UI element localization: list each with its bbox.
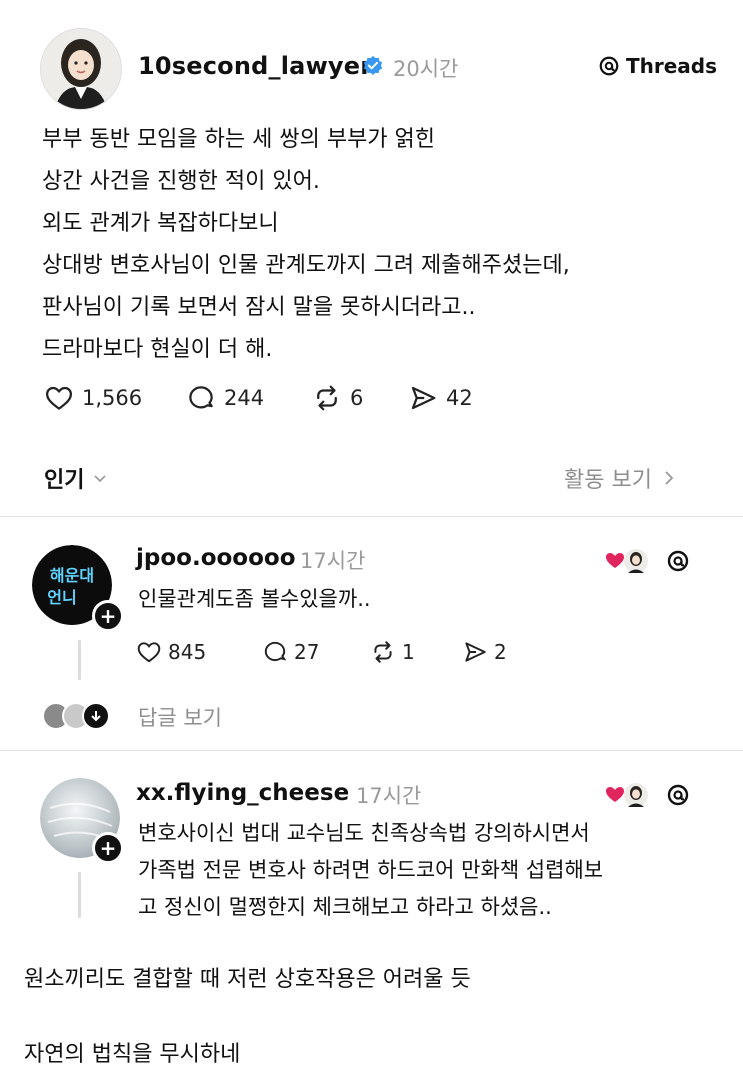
comment-count: 244	[224, 386, 265, 410]
post-text-line: 판사님이 기록 보면서 잠시 말을 못하시더라고..	[42, 295, 476, 320]
reply-like-button[interactable]: 845	[136, 639, 206, 665]
reply-text-line: 고 정신이 멀쩡한지 체크해보고 하라고 하셨음..	[138, 895, 552, 919]
comment-icon	[189, 386, 213, 409]
send-icon	[411, 386, 436, 410]
reply-repost-button[interactable]: 1	[370, 639, 415, 665]
post-time: 20시간	[393, 57, 459, 81]
post-text-line: 상대방 변호사님이 인물 관계도까지 그려 제출해주셨는데,	[42, 253, 570, 278]
comment-icon	[264, 641, 287, 662]
threads-icon[interactable]	[666, 783, 690, 807]
reply-username[interactable]: xx.flying_cheese	[136, 780, 349, 806]
like-count: 1,566	[82, 386, 143, 410]
chevron-down-icon	[94, 475, 107, 483]
view-activity-link[interactable]: 활동 보기	[564, 462, 676, 494]
follow-plus-button[interactable]: +	[92, 832, 124, 864]
verified-badge-icon	[363, 55, 383, 75]
divider	[0, 516, 743, 517]
repost-count: 1	[402, 640, 415, 664]
follow-plus-button[interactable]: +	[92, 600, 124, 632]
share-count: 42	[446, 386, 473, 410]
repost-icon	[374, 641, 392, 663]
repost-count: 6	[350, 386, 364, 410]
repost-icon	[317, 385, 337, 411]
caption-line: 자연의 법칙을 무시하네	[24, 1042, 241, 1067]
avatar-text: 해운대	[50, 566, 94, 585]
reply-comment-button[interactable]: 27	[262, 639, 319, 665]
post-text-line: 외도 관계가 복잡하다보니	[42, 211, 279, 236]
send-icon	[465, 642, 486, 662]
threads-icon[interactable]	[666, 549, 690, 573]
divider	[0, 750, 743, 751]
heart-icon	[137, 642, 161, 663]
threads-icon	[599, 56, 619, 76]
author-liked-badge	[604, 780, 650, 810]
heart-icon	[46, 386, 72, 410]
author-liked-badge	[604, 546, 650, 576]
share-button[interactable]: 42	[408, 383, 473, 413]
post-text-line: 상간 사건을 진행한 적이 있어.	[42, 169, 320, 194]
threads-link[interactable]: Threads	[598, 54, 717, 78]
view-replies-link[interactable]: 답글 보기	[138, 702, 222, 732]
reply-text-line: 변호사이신 법대 교수님도 친족상속법 강의하시면서	[138, 821, 590, 845]
reply-avatars-stack	[42, 702, 122, 730]
reply-text-line: 인물관계도좀 볼수있을까..	[138, 587, 371, 611]
caption-line: 원소끼리도 결합할 때 저런 상호작용은 어려울 듯	[24, 967, 471, 992]
reply-time: 17시간	[356, 784, 422, 808]
repost-button[interactable]: 6	[312, 383, 363, 413]
activity-label: 활동 보기	[564, 468, 652, 493]
arrow-down-icon[interactable]	[82, 702, 110, 730]
comment-count: 27	[294, 640, 320, 664]
post-text-line: 드라마보다 현실이 더 해.	[42, 337, 273, 362]
thread-line	[78, 640, 81, 680]
reply-share-button[interactable]: 2	[462, 639, 507, 665]
threads-label: Threads	[626, 54, 718, 78]
thread-line	[78, 872, 81, 918]
sort-dropdown[interactable]: 인기	[44, 462, 108, 494]
like-count: 845	[168, 640, 207, 664]
reply-text-line: 가족법 전문 변호사 하려면 하드코어 만화책 섭렵해보	[138, 858, 604, 882]
comment-button[interactable]: 244	[186, 383, 264, 413]
sort-label: 인기	[44, 468, 85, 493]
post-text-line: 부부 동반 모임을 하는 세 쌍의 부부가 얽힌	[42, 127, 436, 152]
like-button[interactable]: 1,566	[44, 383, 142, 413]
reply-username[interactable]: jpoo.oooooo	[136, 545, 296, 571]
author-username[interactable]: 10second_lawyer	[138, 52, 372, 80]
share-count: 2	[494, 640, 507, 664]
avatar-text: 언니	[47, 588, 76, 607]
author-avatar[interactable]	[40, 28, 122, 110]
chevron-right-icon	[665, 471, 674, 485]
reply-time: 17시간	[300, 549, 366, 573]
